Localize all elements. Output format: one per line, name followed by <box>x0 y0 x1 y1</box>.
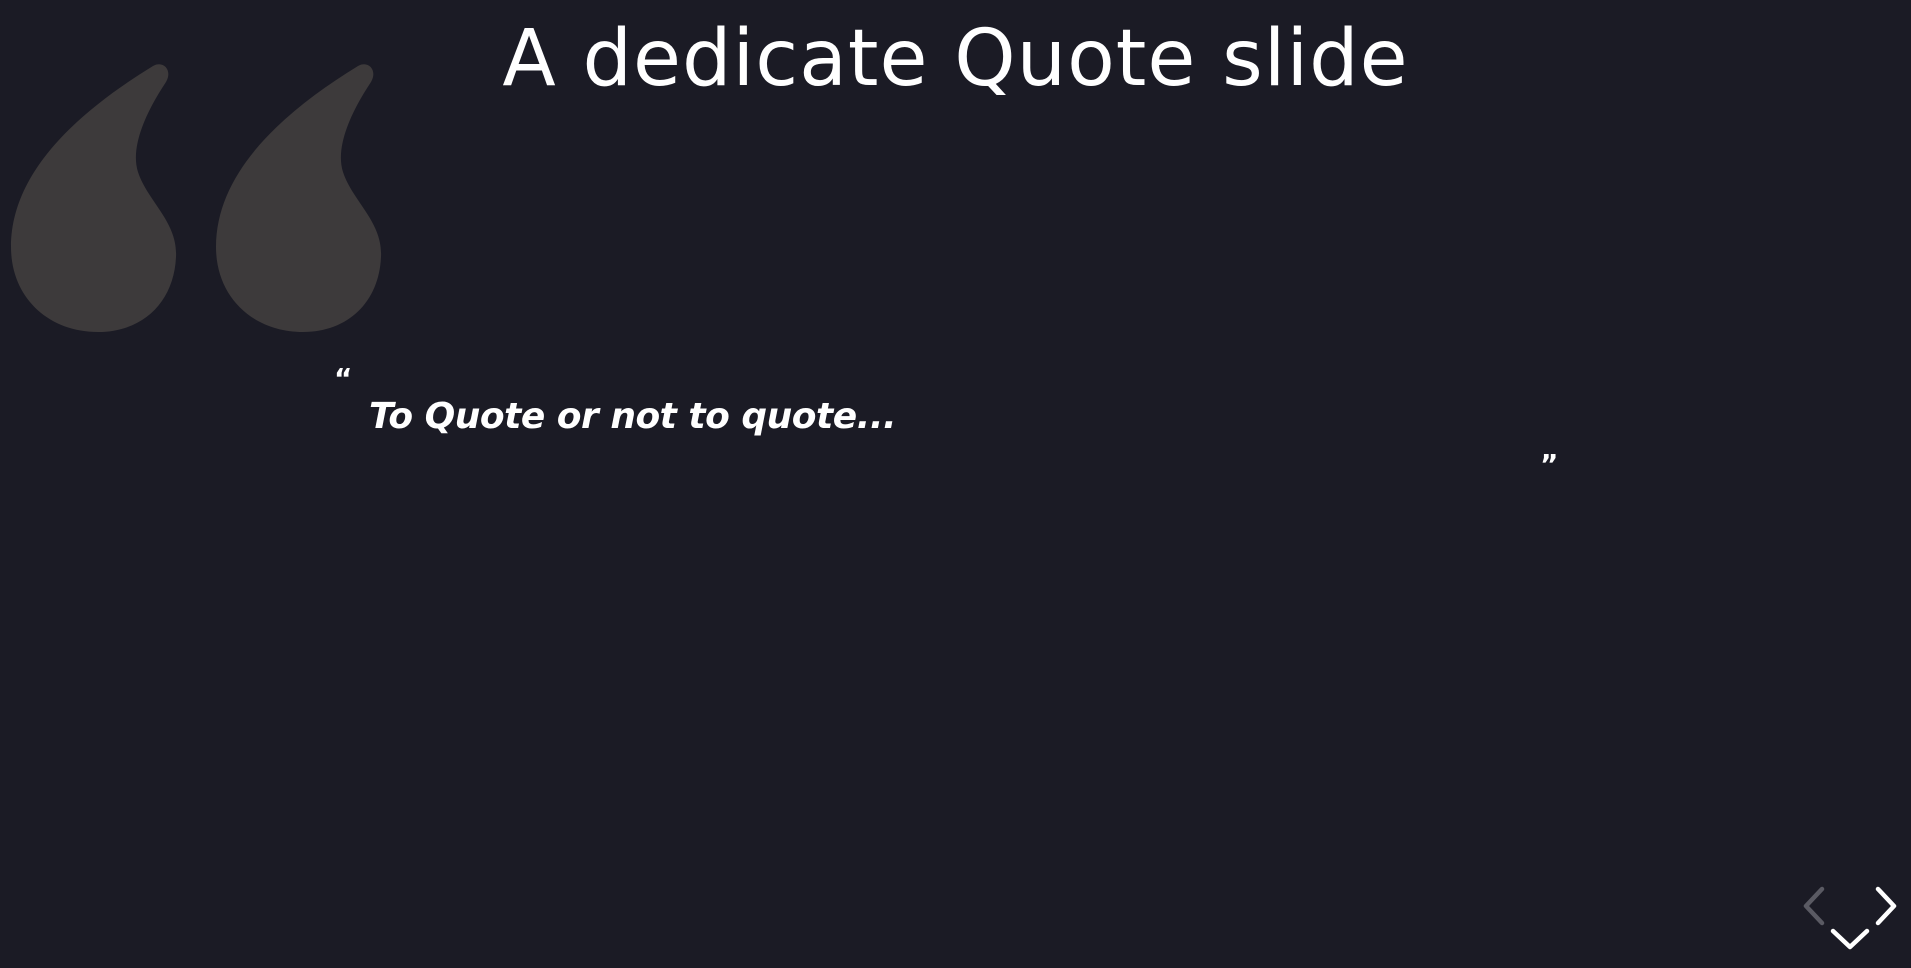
chevron-right-icon[interactable] <box>1870 885 1900 927</box>
close-quote-mark: ” <box>1540 448 1559 481</box>
chevron-down-icon[interactable] <box>1829 925 1871 955</box>
chevron-left-icon[interactable] <box>1800 885 1830 927</box>
open-quote-mark: “ <box>334 362 353 395</box>
large-quote-mark-icon <box>11 64 382 332</box>
quote-text: To Quote or not to quote... <box>369 396 897 437</box>
